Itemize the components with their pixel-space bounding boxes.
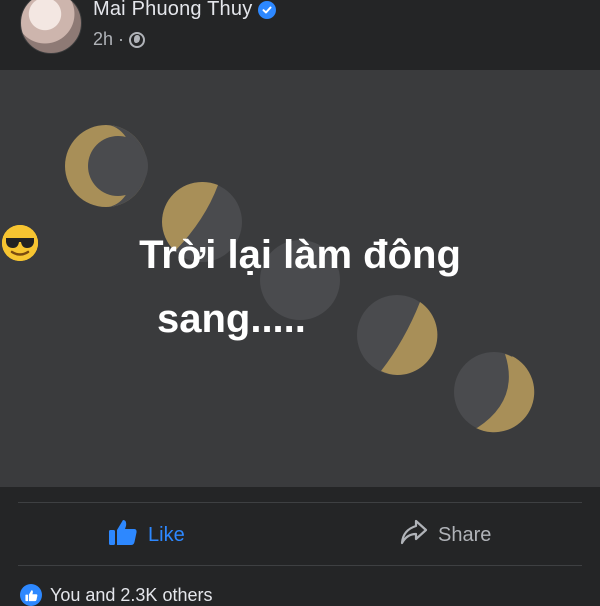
divider-bottom (18, 565, 582, 566)
post-text-line2: sang..... (156, 297, 306, 341)
sunglasses-emoji (2, 225, 401, 338)
globe-icon[interactable] (129, 31, 146, 48)
meta-separator: · (118, 29, 125, 49)
post-text: Trời lại làm đông sang..... (0, 223, 600, 351)
post-background: Trời lại làm đông sang..... (0, 70, 600, 487)
moon-phase-5 (454, 352, 535, 433)
author-row: Mai Phuong Thuy (93, 0, 277, 21)
post-text-line1: Trời lại làm đông (139, 233, 461, 277)
moon-phase-1 (65, 125, 148, 207)
share-icon (400, 519, 428, 551)
avatar[interactable] (20, 0, 82, 54)
post-meta: 2h · (93, 29, 146, 50)
sunglasses-emoji (2, 225, 443, 338)
reactions-summary[interactable]: You and 2.3K others (20, 584, 212, 606)
like-button[interactable]: Like (108, 515, 185, 555)
like-reaction-icon (20, 584, 42, 606)
verified-badge-icon (258, 0, 277, 19)
share-label: Share (438, 523, 492, 546)
post-header: Mai Phuong Thuy 2h · (0, 0, 600, 70)
reactions-count-text: You and 2.3K others (50, 584, 213, 605)
thumbs-up-icon (108, 518, 138, 552)
like-label: Like (148, 523, 185, 546)
divider-top (18, 502, 582, 503)
author-name[interactable]: Mai Phuong Thuy (93, 0, 252, 21)
post-text-line2-row: sang..... (0, 225, 600, 351)
share-button[interactable]: Share (400, 515, 491, 555)
post-time[interactable]: 2h (93, 29, 113, 50)
sunglasses-emoji (2, 225, 359, 338)
